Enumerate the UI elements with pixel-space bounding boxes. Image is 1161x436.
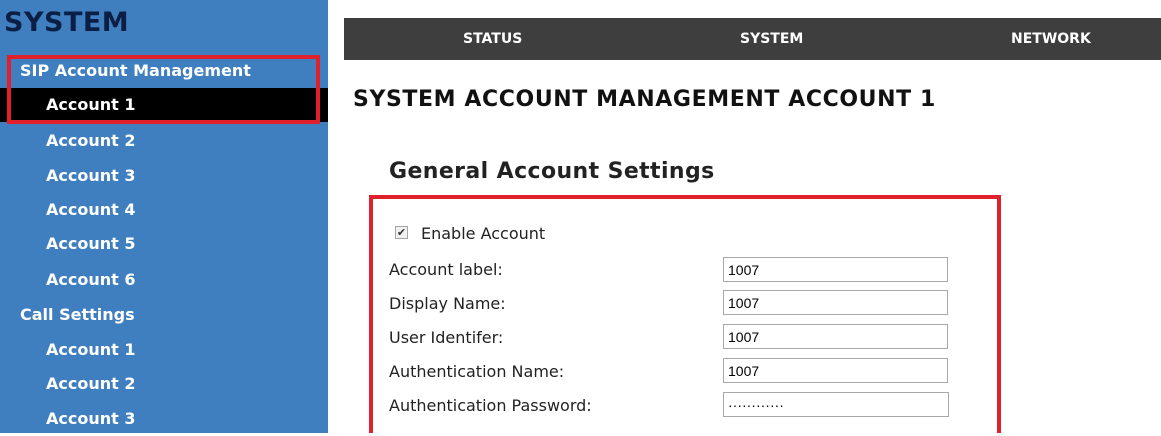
page-title: SYSTEM ACCOUNT MANAGEMENT ACCOUNT 1 (353, 87, 936, 112)
top-navigation-bar: STATUS SYSTEM NETWORK (344, 18, 1161, 60)
sidebar-item-sip-account-3[interactable]: Account 3 (0, 159, 328, 193)
sidebar-item-sip-account-1[interactable]: Account 1 (0, 88, 328, 122)
sidebar-item-sip-account-2[interactable]: Account 2 (0, 124, 328, 158)
account-label-input[interactable] (723, 257, 948, 282)
enable-account-checkbox[interactable]: ✔ (395, 226, 408, 239)
authentication-password-input[interactable] (723, 392, 949, 417)
sidebar-title: SYSTEM (4, 7, 130, 38)
sidebar-item-call-account-2[interactable]: Account 2 (0, 367, 328, 401)
sidebar-item-sip-account-5[interactable]: Account 5 (0, 227, 328, 261)
sidebar-item-sip-account-4[interactable]: Account 4 (0, 193, 328, 227)
sidebar-item-call-account-3[interactable]: Account 3 (0, 402, 328, 436)
sidebar-section-sip-account-management[interactable]: SIP Account Management (0, 54, 328, 88)
tab-system[interactable]: SYSTEM (740, 18, 803, 60)
sidebar-section-call-settings[interactable]: Call Settings (0, 298, 328, 332)
enable-account-label: Enable Account (421, 224, 546, 243)
section-title: General Account Settings (389, 159, 715, 184)
sidebar-item-sip-account-6[interactable]: Account 6 (0, 263, 328, 297)
authentication-name-input[interactable] (723, 358, 948, 383)
authentication-name-label: Authentication Name: (389, 362, 565, 381)
sidebar: SYSTEM SIP Account Management Account 1 … (0, 0, 328, 433)
authentication-password-label: Authentication Password: (389, 396, 592, 415)
display-name-input[interactable] (723, 290, 948, 315)
account-label-label: Account label: (389, 260, 503, 279)
check-icon: ✔ (396, 226, 407, 239)
tab-network[interactable]: NETWORK (1011, 18, 1091, 60)
tab-status[interactable]: STATUS (463, 18, 522, 60)
user-identifier-input[interactable] (723, 324, 948, 349)
user-identifier-label: User Identifer: (389, 328, 504, 347)
sidebar-item-call-account-1[interactable]: Account 1 (0, 333, 328, 367)
display-name-label: Display Name: (389, 294, 506, 313)
